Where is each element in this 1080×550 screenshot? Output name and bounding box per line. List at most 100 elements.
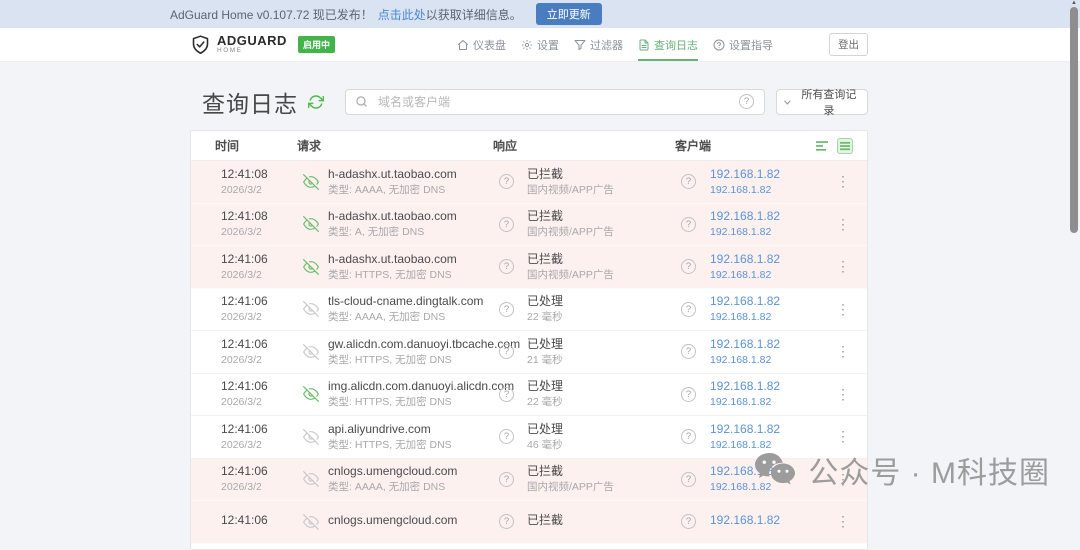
client-ip-link[interactable]: 192.168.1.82 xyxy=(710,422,780,437)
compact-view-icon[interactable] xyxy=(816,139,830,153)
dashboard-icon xyxy=(457,39,469,51)
row-menu-icon[interactable]: ⋮ xyxy=(833,343,853,360)
request-cell: h-adashx.ut.taobao.com 类型: HTTPS, 无加密 DN… xyxy=(303,252,499,282)
client-ip-link[interactable]: 192.168.1.82 xyxy=(710,209,780,224)
query-log-toolbar: 查询日志 ? 所有查询记录 xyxy=(190,85,868,119)
client-info-icon: ? xyxy=(681,386,696,402)
query-type: 类型: HTTPS, 无加密 DNS xyxy=(328,438,452,451)
time-cell: 12:41:06 2026/3/2 xyxy=(221,421,268,451)
query-type: 类型: A, 无加密 DNS xyxy=(328,226,425,239)
col-header-client: 客户端 xyxy=(675,139,712,153)
response-cell: ? 已拦截 国内视频/APP广告 xyxy=(499,209,681,239)
eye-off-icon xyxy=(303,513,319,530)
brand-name: ADGUARD xyxy=(217,33,287,49)
filters-icon xyxy=(574,39,586,51)
response-info-icon: ? xyxy=(499,344,514,360)
query-filter-label: 所有查询记录 xyxy=(801,89,857,117)
response-detail: 国内视频/APP广告 xyxy=(527,268,614,281)
response-cell: ? 已处理 22 毫秒 xyxy=(499,294,681,324)
nav-item-guide[interactable]: 设置指导 xyxy=(713,28,773,61)
shield-check-icon xyxy=(190,34,211,55)
logout-button[interactable]: 登出 xyxy=(829,33,868,56)
response-info-icon: ? xyxy=(499,216,514,232)
response-detail: 国内视频/APP广告 xyxy=(527,183,614,196)
client-cell: ? 192.168.1.82 192.168.1.82 xyxy=(681,379,816,409)
client-cell: ? 192.168.1.82 192.168.1.82 xyxy=(681,294,816,324)
client-name-link[interactable]: 192.168.1.82 xyxy=(710,184,780,197)
response-status: 已处理 xyxy=(527,379,564,394)
detailed-view-icon[interactable] xyxy=(837,137,853,154)
time-cell: 12:41:06 2026/3/2 xyxy=(221,464,268,494)
row-menu-icon[interactable]: ⋮ xyxy=(833,173,853,190)
top-nav: ADGUARD HOME 启用中 仪表盘 设置 过滤器 查询日志 设置指导 登出 xyxy=(0,28,1080,62)
log-row: 12:41:06 2026/3/2 gw.alicdn.com.danuoyi.… xyxy=(191,331,867,374)
scroll-up-arrow-icon[interactable]: ▲ xyxy=(1071,0,1077,6)
eye-off-icon xyxy=(303,386,319,403)
query-type: 类型: HTTPS, 无加密 DNS xyxy=(328,396,452,409)
time-cell: 12:41:08 2026/3/2 xyxy=(221,166,268,196)
search-input[interactable] xyxy=(345,89,765,115)
page-title: 查询日志 xyxy=(202,91,298,117)
client-info-icon: ? xyxy=(681,344,696,360)
nav-item-query-log[interactable]: 查询日志 xyxy=(637,28,698,61)
eye-off-icon xyxy=(303,301,319,318)
status-badge: 启用中 xyxy=(297,36,335,53)
refresh-icon[interactable] xyxy=(308,94,324,110)
response-cell: ? 已拦截 国内视频/APP广告 xyxy=(499,464,681,494)
response-detail: 国内视频/APP广告 xyxy=(527,226,614,239)
query-type: 类型: AAAA, 无加密 DNS xyxy=(328,311,446,324)
client-name-link[interactable]: 192.168.1.82 xyxy=(710,269,780,282)
row-menu-icon[interactable]: ⋮ xyxy=(833,301,853,318)
settings-icon xyxy=(521,39,533,51)
domain: h-adashx.ut.taobao.com xyxy=(328,209,457,224)
response-cell: ? 已拦截 国内视频/APP广告 xyxy=(499,167,681,197)
col-header-request: 请求 xyxy=(297,139,322,153)
row-menu-icon[interactable]: ⋮ xyxy=(833,428,853,445)
time-cell: 12:41:06 2026/3/2 xyxy=(221,336,268,366)
response-info-icon: ? xyxy=(499,174,514,190)
adguard-logo: ADGUARD HOME 启用中 xyxy=(190,34,335,55)
col-header-response: 响应 xyxy=(493,139,518,153)
client-info-icon: ? xyxy=(681,514,696,530)
response-cell: ? 已处理 22 毫秒 xyxy=(499,379,681,409)
request-cell: gw.alicdn.com.danuoyi.tbcache.com 类型: HT… xyxy=(303,337,520,367)
log-row: 12:41:08 2026/3/2 h-adashx.ut.taobao.com… xyxy=(191,161,867,204)
row-menu-icon[interactable]: ⋮ xyxy=(833,386,853,403)
row-menu-icon[interactable]: ⋮ xyxy=(833,258,853,275)
query-type: 类型: HTTPS, 无加密 DNS xyxy=(328,268,452,281)
watermark-text: 公众号 · M科技圈 xyxy=(808,457,1050,490)
log-row: 12:41:06 2026/3/2 img.alicdn.com.danuoyi… xyxy=(191,374,867,416)
client-ip-link[interactable]: 192.168.1.82 xyxy=(710,167,780,182)
update-details-link[interactable]: 点击此处 xyxy=(378,6,426,23)
query-type: 类型: AAAA, 无加密 DNS xyxy=(328,481,446,494)
log-row: 12:41:08 2026/3/2 h-adashx.ut.taobao.com… xyxy=(191,203,867,246)
eye-off-icon xyxy=(303,343,319,360)
client-ip-link[interactable]: 192.168.1.82 xyxy=(710,294,780,309)
search-icon xyxy=(355,95,368,113)
response-detail: 22 毫秒 xyxy=(527,311,563,324)
nav-item-settings[interactable]: 设置 xyxy=(521,28,559,61)
client-cell: ? 192.168.1.82 192.168.1.82 xyxy=(681,209,816,239)
request-cell: h-adashx.ut.taobao.com 类型: AAAA, 无加密 DNS xyxy=(303,167,499,197)
eye-off-icon xyxy=(303,471,319,488)
nav-item-filters[interactable]: 过滤器 xyxy=(574,28,623,61)
client-name-link[interactable]: 192.168.1.82 xyxy=(710,396,780,409)
eye-off-icon xyxy=(303,428,319,445)
client-ip-link[interactable]: 192.168.1.82 xyxy=(710,379,780,394)
query-filter-dropdown[interactable]: 所有查询记录 xyxy=(776,89,868,117)
log-row: 12:41:06 2026/3/2 h-adashx.ut.taobao.com… xyxy=(191,246,867,289)
domain: img.alicdn.com.danuoyi.alicdn.com xyxy=(328,379,515,394)
row-menu-icon[interactable]: ⋮ xyxy=(833,216,853,233)
client-name-link[interactable]: 192.168.1.82 xyxy=(710,311,780,324)
guide-icon xyxy=(713,39,725,51)
search-help-icon[interactable]: ? xyxy=(739,94,754,109)
client-info-icon: ? xyxy=(681,174,696,190)
nav-item-dashboard[interactable]: 仪表盘 xyxy=(457,28,506,61)
client-name-link[interactable]: 192.168.1.82 xyxy=(710,226,780,239)
client-ip-link[interactable]: 192.168.1.82 xyxy=(710,252,780,267)
query-type: 类型: AAAA, 无加密 DNS xyxy=(328,183,446,196)
update-now-button[interactable]: 立即更新 xyxy=(535,3,602,25)
scrollbar-thumb[interactable] xyxy=(1070,7,1078,233)
client-ip-link[interactable]: 192.168.1.82 xyxy=(710,337,780,352)
client-name-link[interactable]: 192.168.1.82 xyxy=(710,354,780,367)
